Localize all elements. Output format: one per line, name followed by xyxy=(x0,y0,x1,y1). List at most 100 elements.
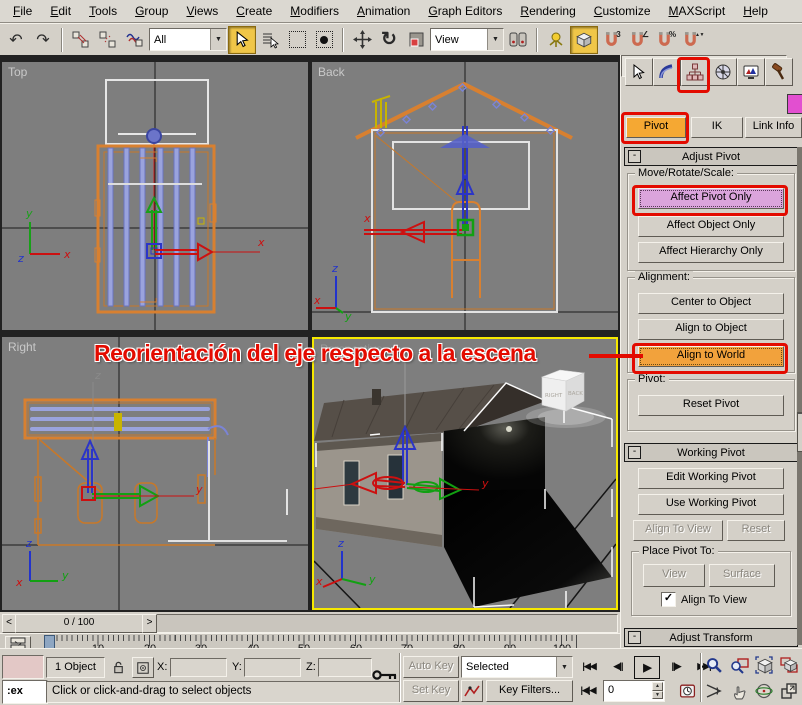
right-viewport-canvas[interactable]: z y z x y xyxy=(2,337,308,610)
selection-filter-dropdown[interactable]: All ▼ xyxy=(149,28,227,51)
rectangular-selection-region-button[interactable] xyxy=(284,27,310,53)
field-of-view-button[interactable] xyxy=(702,679,726,703)
tab-modify[interactable] xyxy=(653,58,681,86)
place-surface-button[interactable]: Surface xyxy=(709,564,775,587)
viewport-top[interactable]: Top x y x z xyxy=(2,62,308,330)
new-key-curve-icon[interactable] xyxy=(461,680,483,702)
use-pivot-point-center-button[interactable] xyxy=(505,27,531,53)
panel-scrollbar[interactable] xyxy=(797,147,802,645)
absolute-mode-toggle[interactable] xyxy=(132,657,154,678)
tab-create[interactable] xyxy=(625,58,653,86)
select-by-name-button[interactable] xyxy=(257,27,283,53)
align-to-world-button[interactable]: Align to World xyxy=(638,346,784,367)
time-slider-prev-button[interactable]: < xyxy=(2,614,16,633)
y-coord-field[interactable] xyxy=(244,658,301,677)
auto-key-button[interactable]: Auto Key xyxy=(403,656,459,678)
menu-create[interactable]: Create xyxy=(227,1,281,21)
snaps-toggle-button[interactable] xyxy=(570,26,598,54)
menu-graph-editors[interactable]: Graph Editors xyxy=(419,1,511,21)
play-button[interactable]: ▶ xyxy=(634,656,660,679)
tab-hierarchy[interactable] xyxy=(681,58,709,86)
menu-animation[interactable]: Animation xyxy=(348,1,419,21)
pivot-tab-button[interactable]: Pivot xyxy=(626,117,686,138)
menu-tools[interactable]: Tools xyxy=(80,1,126,21)
object-color-swatch[interactable] xyxy=(787,94,802,114)
align-to-object-button[interactable]: Align to Object xyxy=(638,319,784,340)
reference-coordinate-dropdown[interactable]: View ▼ xyxy=(430,28,504,51)
affect-object-only-button[interactable]: Affect Object Only xyxy=(638,216,784,237)
snaps-toggle-3d-button[interactable]: 3 xyxy=(599,27,625,53)
center-to-object-button[interactable]: Center to Object xyxy=(638,293,784,314)
unlink-selection-icon[interactable] xyxy=(95,27,121,53)
use-working-pivot-button[interactable]: Use Working Pivot xyxy=(638,494,784,515)
place-view-button[interactable]: View xyxy=(643,564,705,587)
redo-icon[interactable]: ↷ xyxy=(30,27,56,53)
set-key-button[interactable]: Set Key xyxy=(403,680,459,702)
viewport-right[interactable]: Right z y xyxy=(2,337,308,610)
reset-working-pivot-button[interactable]: Reset xyxy=(727,520,785,541)
link-info-tab-button[interactable]: Link Info xyxy=(745,117,802,138)
angle-snap-toggle[interactable]: ∠ xyxy=(626,27,652,53)
time-slider-handle[interactable]: 0 / 100 xyxy=(15,614,143,633)
select-and-link-icon[interactable] xyxy=(68,27,94,53)
top-viewport-canvas[interactable]: x y x z xyxy=(2,62,308,330)
select-and-scale-button[interactable] xyxy=(403,27,429,53)
zoom-extents-button[interactable] xyxy=(752,653,776,677)
key-filters-button[interactable]: Key Filters... xyxy=(486,680,573,702)
edit-working-pivot-button[interactable]: Edit Working Pivot xyxy=(638,468,784,489)
spinner-snap-toggle[interactable]: ▲▼ xyxy=(680,27,706,53)
min-max-toggle-button[interactable] xyxy=(777,679,801,703)
maxscript-mini-listener[interactable]: :ex xyxy=(2,680,48,704)
collapse-icon[interactable]: - xyxy=(628,150,641,163)
perspective-viewport-canvas[interactable]: y RIGHT BACK z x y xyxy=(314,339,616,608)
window-crossing-toggle[interactable] xyxy=(311,27,337,53)
adjust-pivot-rollout-header[interactable]: - Adjust Pivot xyxy=(624,147,798,166)
select-object-button[interactable] xyxy=(228,26,256,54)
tab-display[interactable] xyxy=(737,58,765,86)
back-viewport-canvas[interactable]: x z x y xyxy=(312,62,618,330)
arc-rotate-button[interactable] xyxy=(752,679,776,703)
percent-snap-toggle[interactable]: % xyxy=(653,27,679,53)
time-slider-next-button[interactable]: > xyxy=(142,614,157,633)
menu-group[interactable]: Group xyxy=(126,1,177,21)
dropdown-arrow-icon[interactable]: ▼ xyxy=(210,29,226,50)
menu-rendering[interactable]: Rendering xyxy=(511,1,584,21)
menu-maxscript[interactable]: MAXScript xyxy=(660,1,735,21)
zoom-button[interactable] xyxy=(702,653,726,677)
undo-icon[interactable]: ↶ xyxy=(3,27,29,53)
collapse-icon[interactable]: - xyxy=(628,446,641,459)
menu-edit[interactable]: Edit xyxy=(41,1,80,21)
previous-frame-button[interactable]: ◀|| xyxy=(606,656,630,677)
align-to-view-checkbox[interactable]: ✓ xyxy=(661,592,676,607)
pan-button[interactable] xyxy=(727,679,751,703)
menu-customize[interactable]: Customize xyxy=(585,1,660,21)
x-coord-field[interactable] xyxy=(170,658,227,677)
tab-utilities[interactable] xyxy=(765,58,793,86)
frame-spinner[interactable]: ▲▼ xyxy=(652,682,663,699)
select-and-manipulate-button[interactable] xyxy=(543,27,569,53)
reset-pivot-button[interactable]: Reset Pivot xyxy=(638,395,784,416)
menu-views[interactable]: Views xyxy=(177,1,227,21)
ik-tab-button[interactable]: IK xyxy=(691,117,743,138)
working-pivot-rollout-header[interactable]: - Working Pivot xyxy=(624,443,798,462)
next-frame-button[interactable]: ||▶ xyxy=(664,656,688,677)
tab-motion[interactable] xyxy=(709,58,737,86)
current-frame-field[interactable]: 0 ▲▼ xyxy=(603,680,665,702)
select-and-rotate-button[interactable]: ↻ xyxy=(376,27,402,53)
macro-recorder-pane[interactable] xyxy=(2,655,44,679)
zoom-extents-all-button[interactable] xyxy=(777,653,801,677)
viewport-back[interactable]: Back x z x y xyxy=(312,62,618,330)
key-mode-toggle[interactable]: |◀|◀ xyxy=(577,680,599,701)
adjust-transform-rollout-header[interactable]: - Adjust Transform xyxy=(624,628,798,647)
menu-modifiers[interactable]: Modifiers xyxy=(281,1,348,21)
select-and-move-button[interactable] xyxy=(349,27,375,53)
bind-to-space-warp-icon[interactable] xyxy=(122,27,148,53)
time-configuration-button[interactable] xyxy=(676,679,698,701)
panel-scrollbar-handle[interactable] xyxy=(797,412,802,452)
align-to-view-button[interactable]: Align To View xyxy=(633,520,723,541)
zoom-all-button[interactable] xyxy=(727,653,751,677)
z-coord-field[interactable] xyxy=(318,658,372,677)
menu-file[interactable]: File xyxy=(4,1,41,21)
affect-hierarchy-only-button[interactable]: Affect Hierarchy Only xyxy=(638,242,784,263)
affect-pivot-only-button[interactable]: Affect Pivot Only xyxy=(638,188,784,209)
